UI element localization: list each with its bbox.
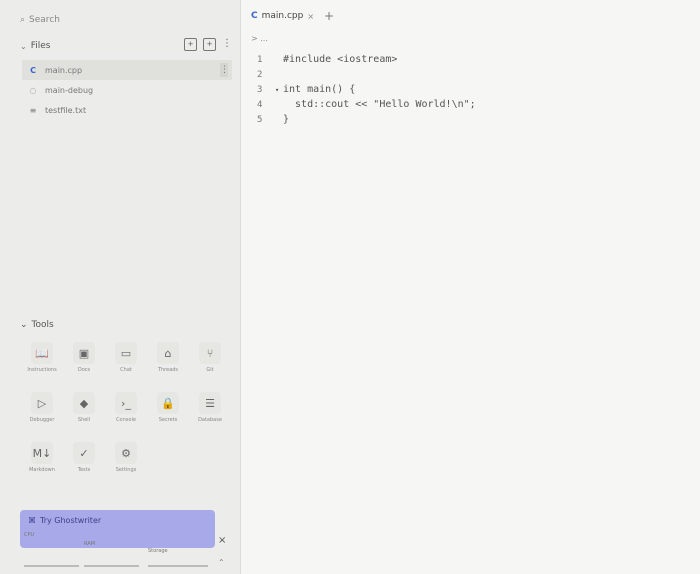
shell-icon: ◆ (73, 392, 95, 414)
add-tab-icon[interactable]: + (324, 9, 334, 23)
markdown-icon: M↓ (31, 442, 53, 464)
tool-git[interactable]: ⑂ Git (190, 342, 230, 382)
tool-label: Git (206, 367, 214, 373)
more-options-icon[interactable]: ⋮ (222, 38, 232, 51)
book-icon: 📖 (31, 342, 53, 364)
line-number: 1 (257, 54, 263, 65)
code-text: std::cout << "Hello World!\n"; (283, 99, 476, 110)
tool-shell[interactable]: ◆ Shell (64, 392, 104, 432)
code-text: } (283, 114, 290, 125)
lock-icon: 🔒 (157, 392, 179, 414)
tool-settings[interactable]: ⚙ Settings (106, 442, 146, 482)
tool-label: Instructions (27, 367, 57, 373)
ram-label: RAM (84, 541, 96, 547)
file-name: main-debug (45, 85, 94, 95)
code-line: 1 #include <iostream> (257, 52, 476, 67)
search-bar[interactable]: ⌕ Search (20, 10, 230, 30)
file-tree: C main.cpp ⋮ ◌ main-debug ≡ testfile.txt (22, 60, 232, 120)
new-folder-icon[interactable]: + (203, 38, 216, 51)
cpp-file-icon: C (251, 11, 258, 21)
new-file-icon[interactable]: + (184, 38, 197, 51)
tool-label: Debugger (29, 417, 55, 423)
tool-label: Threads (157, 367, 179, 373)
tool-label: Shell (77, 417, 91, 423)
files-actions: + + ⋮ (184, 38, 232, 51)
ghostwriter-banner[interactable]: ⌘ Try Ghostwriter (20, 510, 215, 548)
tool-label: Database (198, 417, 222, 423)
tool-label: Docs (77, 367, 91, 373)
code-editor[interactable]: 1 #include <iostream> 2 3 ▾ int main() {… (257, 52, 476, 127)
tab-main-cpp[interactable]: C main.cpp × (251, 11, 314, 21)
line-number: 4 (257, 99, 263, 110)
file-name: main.cpp (45, 65, 83, 75)
ram-bar (84, 565, 139, 567)
text-file-icon: ≡ (29, 105, 37, 115)
file-item-main-debug[interactable]: ◌ main-debug (22, 80, 232, 100)
ghostwriter-icon: ⌘ (28, 516, 36, 525)
git-icon: ⑂ (199, 342, 221, 364)
tool-chat[interactable]: ▭ Chat (106, 342, 146, 382)
tool-docs[interactable]: ▣ Docs (64, 342, 104, 382)
cpu-label: CPU (24, 532, 35, 538)
code-line: 3 ▾ int main() { (257, 82, 476, 97)
tool-label: Tests (77, 467, 91, 473)
tool-label: Secrets (158, 417, 178, 423)
code-text: #include <iostream> (283, 54, 398, 65)
code-line: 4 std::cout << "Hello World!\n"; (257, 97, 476, 112)
file-name: testfile.txt (45, 105, 87, 115)
tool-threads[interactable]: ⌂ Threads (148, 342, 188, 382)
tool-label: Settings (115, 467, 137, 473)
tool-debugger[interactable]: ▷ Debugger (22, 392, 62, 432)
chevron-up-icon[interactable]: ⌃ (218, 558, 225, 567)
file-item-main-cpp[interactable]: C main.cpp ⋮ (22, 60, 232, 80)
tool-markdown[interactable]: M↓ Markdown (22, 442, 62, 482)
line-number: 2 (257, 69, 263, 80)
tool-instructions[interactable]: 📖 Instructions (22, 342, 62, 382)
tool-secrets[interactable]: 🔒 Secrets (148, 392, 188, 432)
code-line: 5 } (257, 112, 476, 127)
binary-icon: ◌ (29, 85, 37, 95)
tab-label: main.cpp (261, 11, 304, 21)
search-input[interactable]: Search (29, 15, 60, 25)
editor-area: C main.cpp × + > ... 1 #include <iostrea… (241, 0, 700, 574)
tab-bar: C main.cpp × + (251, 8, 334, 24)
tools-grid: 📖 Instructions ▣ Docs ▭ Chat ⌂ Threads ⑂ Git … (22, 342, 232, 482)
gear-icon: ⚙ (115, 442, 137, 464)
tool-label: Markdown (29, 467, 55, 473)
code-line: 2 (257, 67, 476, 82)
cpp-file-icon: C (30, 65, 36, 75)
console-icon: ›_ (115, 392, 137, 414)
files-title: Files (30, 41, 51, 51)
storage-label: Storage (148, 548, 168, 554)
code-text: int main() { (283, 84, 356, 95)
line-number: 5 (257, 114, 263, 125)
search-icon: ⌕ (20, 15, 26, 25)
tool-database[interactable]: ☰ Database (190, 392, 230, 432)
chevron-down-icon[interactable]: ⌄ (20, 42, 27, 51)
sidebar: ⌕ Search ⌄ Files + + ⋮ C main.cpp ⋮ ◌ ma… (0, 0, 241, 574)
close-icon[interactable]: × (218, 535, 226, 546)
tool-label: Chat (120, 367, 132, 373)
tool-label: Console (116, 417, 136, 423)
chat-icon: ▭ (115, 342, 137, 364)
file-item-testfile[interactable]: ≡ testfile.txt (22, 100, 232, 120)
check-icon: ✓ (73, 442, 95, 464)
breadcrumb[interactable]: > ... (251, 34, 268, 43)
tools-title: Tools (31, 320, 54, 330)
tools-header[interactable]: ⌄ Tools (20, 320, 54, 330)
close-tab-icon[interactable]: × (307, 12, 314, 21)
file-menu-icon[interactable]: ⋮ (220, 63, 229, 77)
fold-toggle-icon[interactable]: ▾ (275, 86, 283, 94)
database-icon: ☰ (199, 392, 221, 414)
tool-tests[interactable]: ✓ Tests (64, 442, 104, 482)
chevron-down-icon[interactable]: ⌄ (20, 320, 28, 330)
inbox-icon: ⌂ (157, 342, 179, 364)
tool-console[interactable]: ›_ Console (106, 392, 146, 432)
debugger-icon: ▷ (31, 392, 53, 414)
docs-icon: ▣ (73, 342, 95, 364)
cpu-bar (24, 565, 79, 567)
storage-bar (148, 565, 208, 567)
line-number: 3 (257, 84, 263, 95)
ghostwriter-label: Try Ghostwriter (40, 516, 102, 525)
